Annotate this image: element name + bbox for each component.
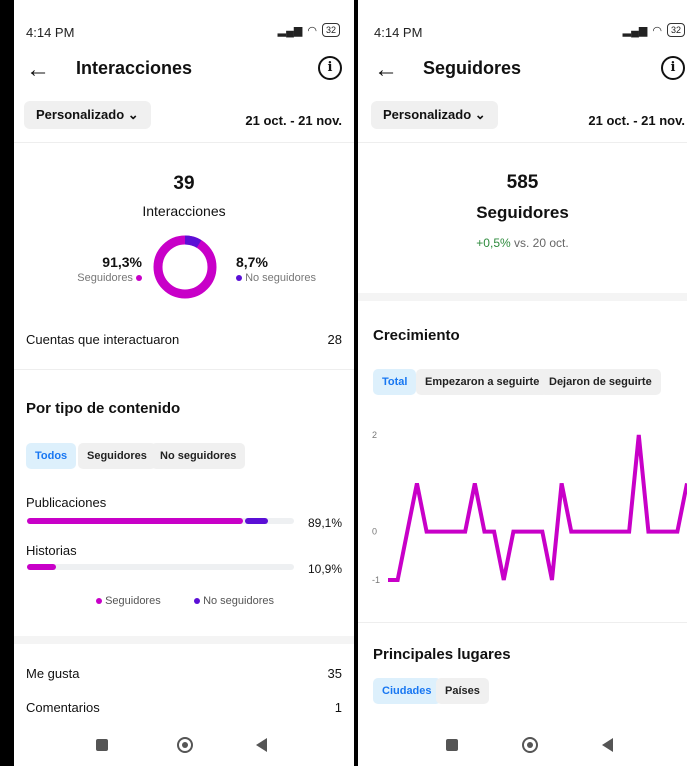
app-bar: ← Seguidores i [358,52,687,92]
system-nav-bar [14,724,354,766]
followers-change-suffix: vs. 20 oct. [514,236,569,250]
chevron-down-icon: ⌄ [127,107,139,122]
back-nav-icon[interactable] [256,738,267,752]
home-icon[interactable] [177,737,193,753]
y-tick-label: 0 [372,527,377,537]
nonfollowers-pct: 8,7% [236,254,268,270]
accounts-interacted-row: Cuentas que interactuaron 28 [26,332,342,347]
publicaciones-bar [27,518,294,524]
legend-followers: Seguidores [105,595,161,607]
legend-followers-dot [96,598,102,605]
followers-pct: 91,3% [102,254,142,270]
status-time: 4:14 PM [374,25,423,40]
y-tick-label: -1 [372,575,380,585]
home-icon[interactable] [522,737,538,753]
signal-icon: ▂▄▆ [622,24,648,37]
y-tick-label: 2 [372,430,377,440]
donut-followers-segment [153,235,217,299]
date-range: 21 oct. - 21 nov. [245,113,342,128]
followers-legend-label: Seguidores [77,272,133,284]
followers-screen: 4:14 PM ▂▄▆ ◠ 32 ← Seguidores i Personal… [358,0,687,766]
tab-seguidores[interactable]: Seguidores [78,443,156,469]
tab-empezaron[interactable]: Empezaron a seguirte [416,369,549,395]
back-arrow-icon[interactable]: ← [26,55,50,85]
battery-icon: 32 [666,23,685,37]
tab-ciudades[interactable]: Ciudades [373,678,441,704]
back-arrow-icon[interactable]: ← [374,55,398,85]
growth-series-line [388,434,687,582]
status-bar: 4:14 PM ▂▄▆ ◠ 32 [14,0,354,52]
page-title: Interacciones [76,58,193,78]
interactions-donut-chart [153,235,217,299]
recents-icon[interactable] [96,739,108,751]
followers-label: Seguidores [476,203,569,222]
places-title: Principales lugares [373,646,511,663]
date-filter-dropdown[interactable]: Personalizado ⌄ [24,101,151,129]
tab-dejaron[interactable]: Dejaron de seguirte [540,369,661,395]
battery-icon: 32 [321,23,340,37]
interactions-label: Interacciones [142,203,226,219]
tab-todos[interactable]: Todos [26,443,77,469]
publicaciones-followers-fill [27,518,244,524]
publicaciones-label: Publicaciones [26,495,107,510]
page-title: Seguidores [423,58,522,78]
nonfollowers-dot [236,275,242,282]
historias-pct: 10,9% [307,562,342,576]
status-time: 4:14 PM [26,25,75,40]
tab-paises[interactable]: Países [436,678,489,704]
likes-row: Me gusta 35 [26,666,342,681]
wifi-icon: ◠ [652,24,662,37]
tab-total[interactable]: Total [373,369,417,395]
historias-followers-fill [27,564,57,570]
growth-line-chart: 2 0 -1 [372,430,687,585]
followers-change: +0,5% [476,236,511,250]
system-nav-bar [358,724,687,766]
legend-nonfollowers-dot [194,598,200,605]
publicaciones-nonfollowers-fill [245,518,268,524]
growth-title: Crecimiento [373,327,460,344]
chevron-down-icon: ⌄ [474,107,486,122]
historias-label: Historias [26,543,77,558]
legend-nonfollowers: No seguidores [203,595,274,607]
interactions-total: 39 [173,173,195,194]
comments-row: Comentarios 1 [26,700,342,715]
nonfollowers-legend-label: No seguidores [245,272,316,284]
signal-icon: ▂▄▆ [277,24,303,37]
wifi-icon: ◠ [307,24,317,37]
followers-total: 585 [506,172,539,193]
publicaciones-pct: 89,1% [307,516,342,530]
date-filter-dropdown[interactable]: Personalizado ⌄ [371,101,498,129]
interactions-screen: 4:14 PM ▂▄▆ ◠ 32 ← Interacciones i Perso… [14,0,354,766]
content-type-title: Por tipo de contenido [26,400,181,417]
date-range: 21 oct. - 21 nov. [588,113,685,128]
recents-icon[interactable] [446,739,458,751]
back-nav-icon[interactable] [602,738,613,752]
info-icon[interactable]: i [318,56,342,80]
status-bar: 4:14 PM ▂▄▆ ◠ 32 [358,0,687,52]
historias-bar [27,564,294,570]
tab-no-seguidores[interactable]: No seguidores [151,443,246,469]
app-bar: ← Interacciones i [14,52,354,92]
followers-dot [136,275,142,282]
info-icon[interactable]: i [661,56,685,80]
